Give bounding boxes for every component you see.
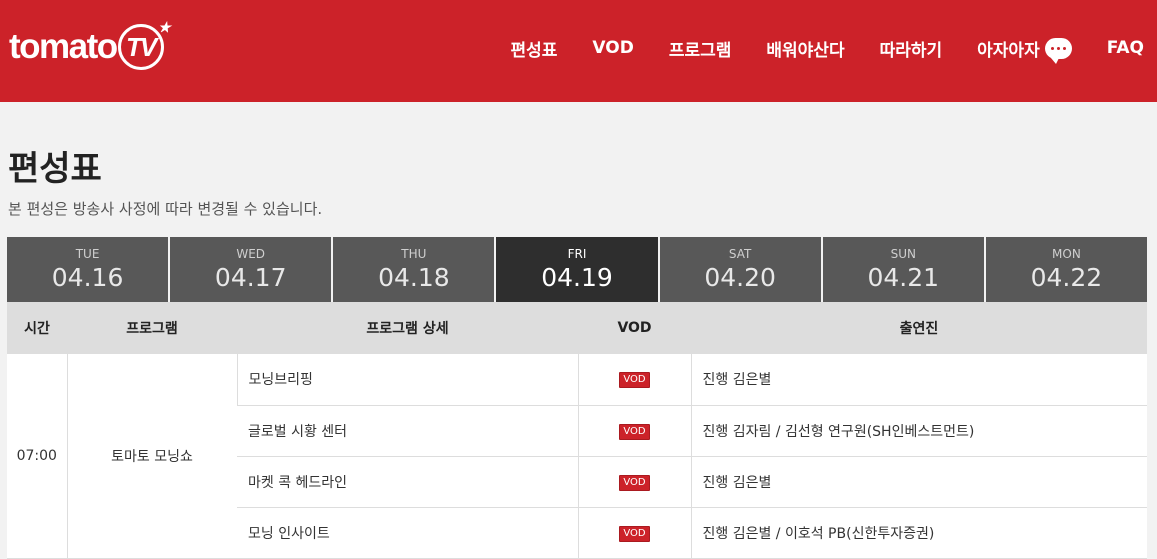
day-of-week: SUN: [890, 247, 916, 261]
header-time: 시간: [7, 302, 67, 354]
logo-tv-circle: TV ★: [117, 19, 171, 70]
table-header-row: 시간 프로그램 프로그램 상세 VOD 출연진: [7, 302, 1147, 354]
day-of-week: TUE: [75, 247, 100, 261]
vod-cell: VOD: [577, 507, 691, 559]
cast-cell: 진행 김은별: [690, 354, 1147, 406]
vod-cell: VOD: [577, 456, 691, 508]
cast-cell: 진행 김은별 / 이호석 PB(신한투자증권): [690, 507, 1147, 559]
chat-bubble-icon: [1044, 37, 1072, 64]
star-icon: ★: [158, 19, 170, 35]
vod-badge[interactable]: VOD: [619, 525, 650, 542]
nav-aja[interactable]: 아자아자: [977, 34, 1072, 64]
nav-vod[interactable]: VOD: [592, 34, 633, 62]
day-of-week: MON: [1052, 247, 1081, 261]
nav-faq[interactable]: FAQ: [1107, 34, 1144, 62]
cast-cell: 진행 김은별: [690, 456, 1147, 508]
nav-learn[interactable]: 배워야산다: [766, 34, 844, 62]
day-of-week: THU: [401, 247, 427, 261]
day-date: 04.19: [541, 263, 613, 292]
header-cast: 출연진: [691, 302, 1147, 354]
page-title: 편성표: [8, 149, 102, 189]
table-row: 07:00 토마토 모닝쇼 모닝브리핑 VOD 진행 김은별: [7, 354, 1147, 559]
logo-tv-text: TV: [126, 31, 157, 62]
detail-cell[interactable]: 마켓 콕 헤드라인: [237, 456, 578, 508]
day-tab-active[interactable]: FRI 04.19: [496, 237, 660, 302]
tomatotv-logo[interactable]: tomato TV ★: [9, 19, 171, 72]
header-program: 프로그램: [67, 302, 237, 354]
day-date: 04.16: [51, 263, 124, 292]
detail-cell[interactable]: 글로벌 시황 센터: [237, 405, 578, 457]
main-nav: 편성표 VOD 프로그램 배워야산다 따라하기 아자아자 FAQ: [475, 34, 1144, 64]
header-vod: VOD: [578, 302, 691, 354]
vod-badge[interactable]: VOD: [619, 423, 650, 440]
vod-cell: VOD: [577, 405, 691, 457]
nav-follow[interactable]: 따라하기: [880, 34, 943, 62]
day-tab[interactable]: SAT 04.20: [659, 237, 823, 302]
nav-program[interactable]: 프로그램: [669, 34, 732, 62]
day-tab[interactable]: WED 04.17: [170, 237, 334, 302]
nav-aja-label: 아자아자: [977, 40, 1040, 61]
detail-cell[interactable]: 모닝브리핑: [236, 354, 578, 406]
schedule-table: 시간 프로그램 프로그램 상세 VOD 출연진 07:00 토마토 모닝쇼 모닝…: [7, 302, 1147, 559]
site-header: tomato TV ★ 편성표 VOD 프로그램 배워야산다 따라하기 아자아자…: [0, 0, 1157, 102]
day-tab[interactable]: TUE 04.16: [7, 237, 171, 302]
vod-cell: VOD: [577, 354, 691, 406]
day-date: 04.17: [214, 263, 287, 292]
day-date: 04.18: [378, 263, 450, 292]
vod-badge[interactable]: VOD: [619, 474, 650, 491]
day-selector: TUE 04.16 WED 04.17 THU 04.18 FRI 04.19 …: [7, 237, 1147, 302]
day-of-week: WED: [236, 247, 266, 261]
day-tab[interactable]: THU 04.18: [333, 237, 497, 302]
day-date: 04.20: [704, 263, 776, 292]
detail-cell[interactable]: 모닝 인사이트: [237, 507, 578, 559]
day-of-week: FRI: [567, 247, 587, 261]
cast-cell: 진행 김자림 / 김선형 연구원(SH인베스트먼트): [690, 405, 1147, 457]
nav-schedule[interactable]: 편성표: [510, 34, 557, 62]
day-of-week: SAT: [728, 247, 752, 261]
time-cell: 07:00: [7, 354, 67, 559]
program-cell[interactable]: 토마토 모닝쇼: [66, 354, 237, 559]
header-detail: 프로그램 상세: [237, 302, 578, 354]
vod-badge[interactable]: VOD: [619, 372, 650, 389]
day-tab[interactable]: SUN 04.21: [822, 237, 986, 302]
day-tab[interactable]: MON 04.22: [985, 237, 1147, 302]
logo-text: tomato: [9, 27, 118, 66]
day-date: 04.22: [1030, 263, 1103, 292]
page-subtitle: 본 편성은 방송사 사정에 따라 변경될 수 있습니다.: [8, 200, 323, 218]
day-date: 04.21: [867, 263, 940, 292]
